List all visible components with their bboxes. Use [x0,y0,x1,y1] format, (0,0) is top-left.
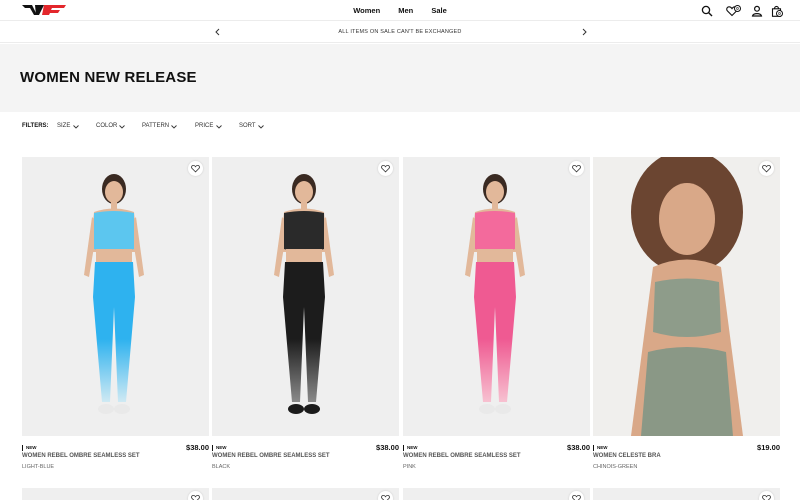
nav-men[interactable]: Men [398,6,413,15]
wishlist-button[interactable] [188,491,203,500]
product-card-next-row[interactable] [403,488,590,500]
filter-size[interactable]: SIZE [57,123,79,129]
product-info: NEW $19.00 WOMEN CELESTE BRA CHINOIS-GRE… [593,442,780,472]
product-color: PINK [403,464,416,470]
product-color: CHINOIS-GREEN [593,464,638,470]
heart-icon [762,494,771,500]
chevron-down-icon [216,125,222,129]
new-badge: NEW [593,445,608,451]
product-price: $38.00 [376,443,399,452]
product-image[interactable] [403,157,590,436]
nav-women[interactable]: Women [353,6,380,15]
product-name[interactable]: WOMEN REBEL OMBRE SEAMLESS SET [22,453,140,459]
wishlist-button[interactable] [569,161,584,176]
page-title: WOMEN NEW RELEASE [20,69,197,86]
product-info: NEW $38.00 WOMEN REBEL OMBRE SEAMLESS SE… [403,442,590,472]
collection-hero: WOMEN NEW RELEASE [0,44,800,112]
wishlist-button[interactable] [378,161,393,176]
filter-size-label: SIZE [57,123,71,129]
filter-sort[interactable]: SORT [239,123,264,129]
announcement-text: ALL ITEMS ON SALE CAN'T BE EXCHANGED [338,29,462,35]
product-price: $38.00 [567,443,590,452]
product-image[interactable] [22,157,209,436]
product-image[interactable] [593,157,780,436]
filters-label: FILTERS: [22,123,49,129]
chevron-down-icon [258,125,264,129]
site-header: Women Men Sale 0 0 [0,0,800,21]
filter-pattern[interactable]: PATTERN [142,123,177,129]
product-image[interactable] [212,157,399,436]
new-badge: NEW [212,445,227,451]
wishlist-button[interactable] [378,491,393,500]
wishlist-button[interactable] [759,491,774,500]
announcement-bar: ALL ITEMS ON SALE CAN'T BE EXCHANGED [0,22,800,43]
chevron-down-icon [73,125,79,129]
chevron-down-icon [171,125,177,129]
filter-price-label: PRICE [195,123,214,129]
filter-color-label: COLOR [96,123,118,129]
product-name[interactable]: WOMEN REBEL OMBRE SEAMLESS SET [403,453,521,459]
heart-icon [191,164,200,173]
product-price: $19.00 [757,443,780,452]
filter-sort-label: SORT [239,123,256,129]
heart-icon [191,494,200,500]
product-info: NEW $38.00 WOMEN REBEL OMBRE SEAMLESS SE… [212,442,399,472]
filter-pattern-label: PATTERN [142,123,170,129]
wishlist-button[interactable] [759,161,774,176]
filter-color[interactable]: COLOR [96,123,125,129]
product-price: $38.00 [186,443,209,452]
heart-icon [572,494,581,500]
heart-icon [572,164,581,173]
wishlist-button[interactable] [188,161,203,176]
chevron-down-icon [119,125,125,129]
product-color: LIGHT-BLUE [22,464,55,470]
announcement-next-chevron-icon[interactable] [579,27,589,37]
heart-icon [381,164,390,173]
product-name[interactable]: WOMEN CELESTE BRA [593,453,661,459]
product-card-next-row[interactable] [212,488,399,500]
new-badge: NEW [403,445,418,451]
product-name[interactable]: WOMEN REBEL OMBRE SEAMLESS SET [212,453,330,459]
product-info: NEW $38.00 WOMEN REBEL OMBRE SEAMLESS SE… [22,442,209,472]
wishlist-count-badge: 0 [734,5,741,12]
wishlist-button[interactable] [569,491,584,500]
filter-price[interactable]: PRICE [195,123,222,129]
heart-icon [381,494,390,500]
search-icon[interactable] [701,5,713,17]
nav-sale[interactable]: Sale [431,6,446,15]
product-color: BLACK [212,464,231,470]
product-card-next-row[interactable] [22,488,209,500]
account-user-icon[interactable] [751,5,763,17]
product-card-next-row[interactable] [593,488,780,500]
cart-count-badge: 0 [776,10,783,17]
new-badge: NEW [22,445,37,451]
heart-icon [762,164,771,173]
main-nav: Women Men Sale [0,6,800,15]
